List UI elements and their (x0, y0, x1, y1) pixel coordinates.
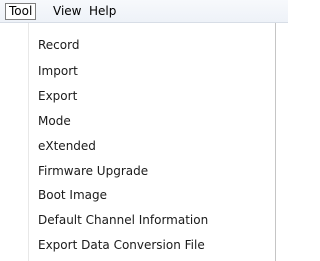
menu-bar: Tool View Help (0, 0, 288, 23)
menu-item-firmware-upgrade[interactable]: Firmware Upgrade (38, 162, 148, 181)
menu-item-extended[interactable]: eXtended (38, 137, 96, 156)
menu-item-export-data-conversion-file[interactable]: Export Data Conversion File (38, 236, 205, 255)
menu-item-boot-image[interactable]: Boot Image (38, 186, 107, 205)
menu-item-mode[interactable]: Mode (38, 112, 71, 131)
menu-tool[interactable]: Tool (5, 3, 37, 20)
application-window: Tool View Help Record Import Export Mode… (0, 0, 288, 261)
menu-item-default-channel-information[interactable]: Default Channel Information (38, 211, 208, 230)
menu-item-import[interactable]: Import (38, 62, 78, 81)
tool-dropdown-menu: Record Import Export Mode eXtended Firmw… (0, 23, 276, 261)
menu-item-record[interactable]: Record (38, 36, 79, 55)
menu-help[interactable]: Help (86, 3, 119, 20)
menu-view[interactable]: View (50, 3, 84, 20)
menu-icon-gutter-divider (28, 23, 29, 261)
menu-item-export[interactable]: Export (38, 87, 77, 106)
